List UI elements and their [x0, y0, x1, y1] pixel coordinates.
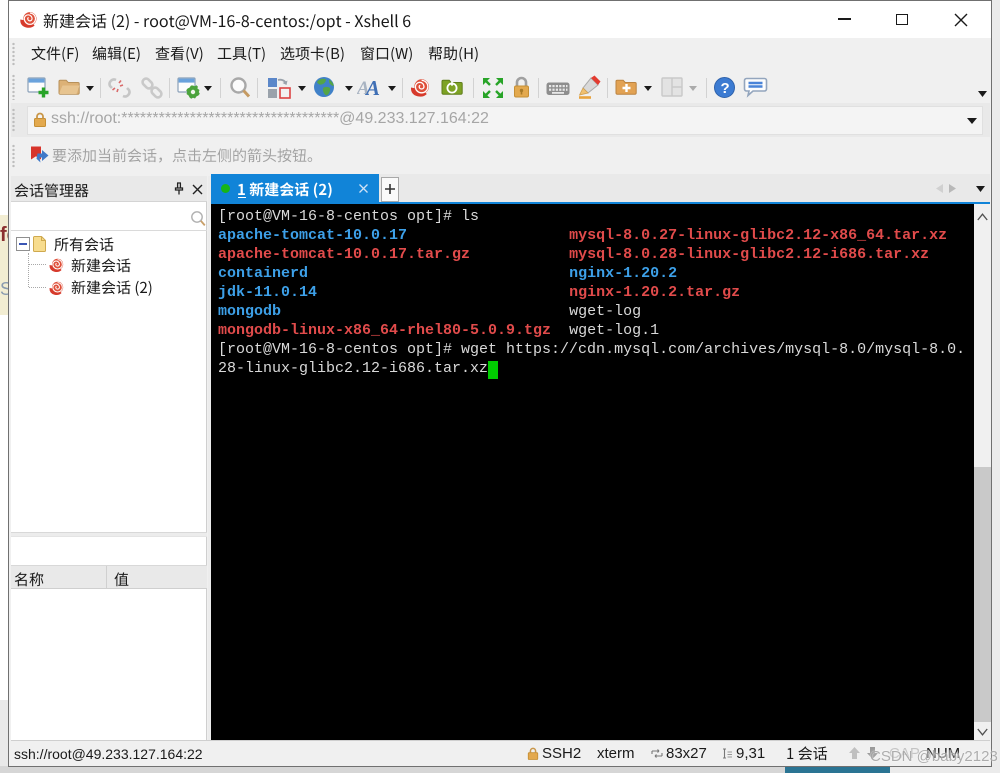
svg-text:A: A [364, 77, 380, 99]
svg-text:?: ? [721, 80, 730, 97]
